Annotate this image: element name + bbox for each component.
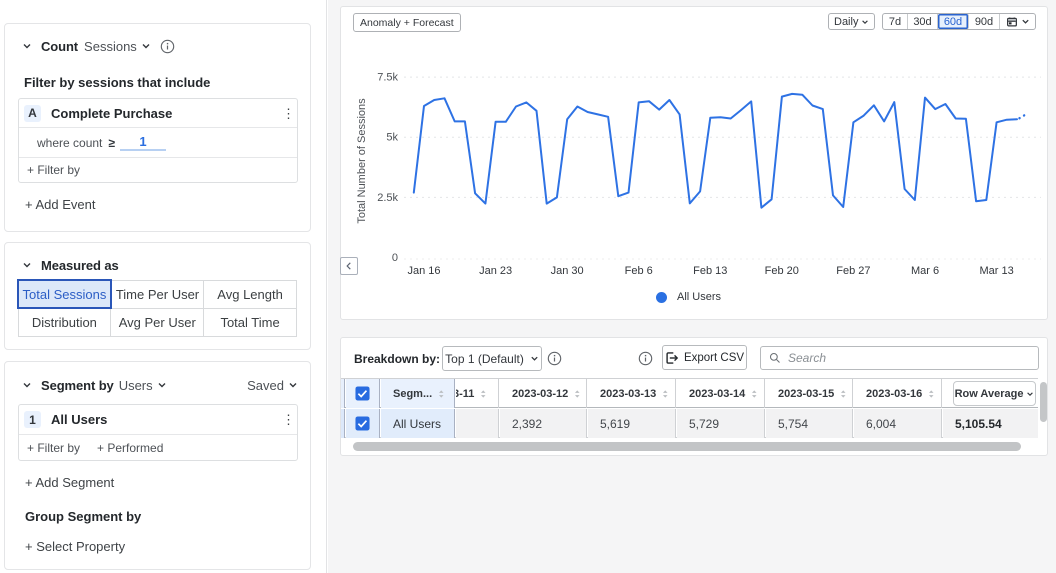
svg-text:7.5k: 7.5k: [377, 72, 398, 84]
svg-text:Jan 16: Jan 16: [407, 265, 440, 277]
svg-text:0: 0: [392, 252, 398, 264]
svg-text:Feb 6: Feb 6: [625, 265, 653, 277]
svg-text:Mar 13: Mar 13: [979, 265, 1013, 277]
svg-text:5k: 5k: [386, 132, 398, 144]
svg-text:Feb 27: Feb 27: [836, 265, 870, 277]
svg-text:Jan 30: Jan 30: [551, 265, 584, 277]
svg-text:Feb 20: Feb 20: [765, 265, 799, 277]
svg-text:Feb 13: Feb 13: [693, 265, 727, 277]
svg-text:Mar 6: Mar 6: [911, 265, 939, 277]
svg-text:2.5k: 2.5k: [377, 192, 398, 204]
svg-text:Total Number of Sessions: Total Number of Sessions: [356, 98, 368, 224]
svg-text:Jan 23: Jan 23: [479, 265, 512, 277]
